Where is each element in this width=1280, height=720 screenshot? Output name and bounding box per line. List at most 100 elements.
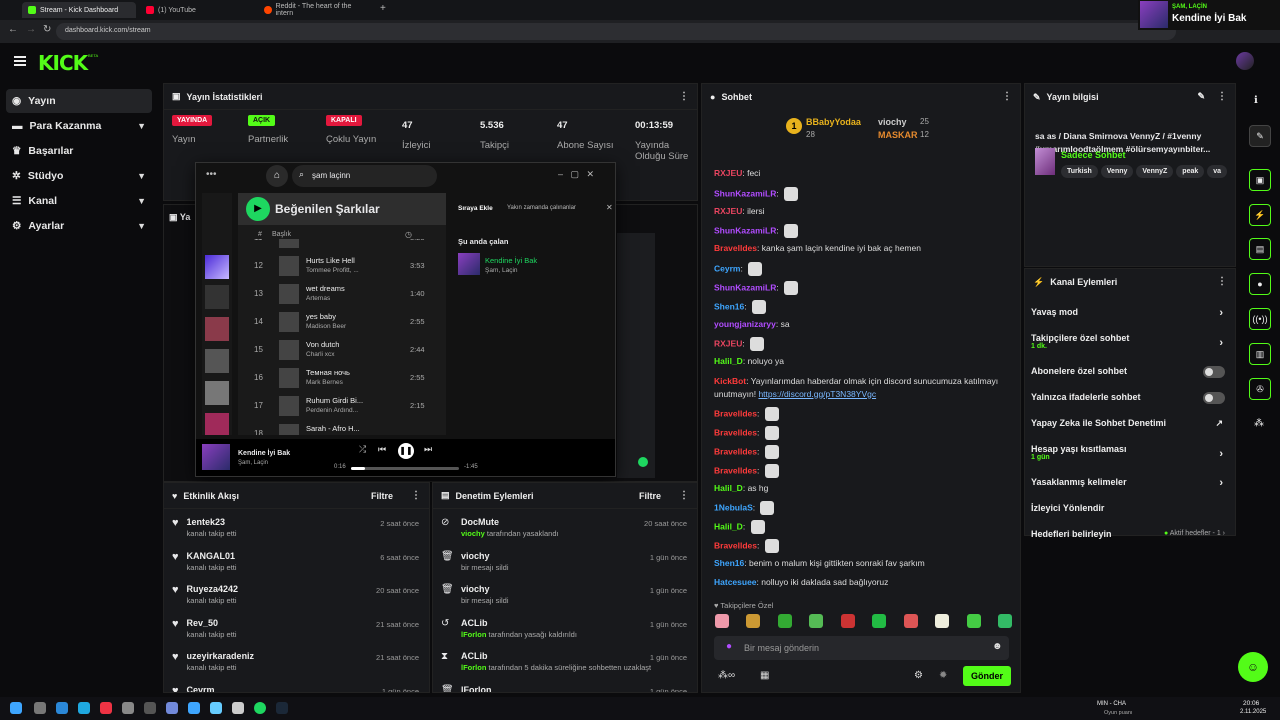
activity-user[interactable]: 1entek23 bbox=[187, 517, 237, 527]
toggle-video-button[interactable]: ▥ bbox=[1249, 343, 1271, 365]
playlist-cover[interactable] bbox=[205, 413, 229, 435]
activity-user[interactable]: Ceyrm bbox=[187, 685, 215, 693]
track-row[interactable]: 12 Hurts Like Hell Tommee Profitt, ... 3:53 bbox=[246, 253, 446, 279]
chat-username[interactable]: Halil_D bbox=[714, 521, 743, 531]
discord-icon[interactable] bbox=[166, 702, 178, 714]
send-button[interactable]: Gönder bbox=[963, 666, 1011, 686]
sidebar-item-yayin[interactable]: ◉ Yayın bbox=[6, 89, 152, 113]
app-icon[interactable] bbox=[122, 702, 134, 714]
moderation-user[interactable]: viochy bbox=[461, 584, 651, 594]
spotify-search-input[interactable]: ⌕ şam laçinn bbox=[292, 165, 437, 187]
chat-username[interactable]: youngjanizaryy bbox=[714, 319, 776, 329]
emote[interactable] bbox=[809, 614, 824, 628]
more-icon[interactable]: ⋮ bbox=[679, 490, 689, 501]
chat-username[interactable]: RXJEU bbox=[714, 206, 742, 216]
badge-icon[interactable]: ✹ bbox=[939, 670, 947, 681]
channel-action-item[interactable]: Abonelere özel sohbet bbox=[1031, 366, 1229, 378]
steam-icon[interactable] bbox=[276, 702, 288, 714]
moderation-filter-button[interactable]: Filtre bbox=[639, 491, 661, 501]
toggle-chat-button[interactable]: ● bbox=[1249, 273, 1271, 295]
spotify-icon[interactable] bbox=[254, 702, 266, 714]
emote[interactable] bbox=[715, 614, 729, 628]
settings-icon[interactable]: ⚙ bbox=[914, 670, 923, 681]
pause-button[interactable]: ❚❚ bbox=[398, 443, 414, 459]
new-tab-icon[interactable]: + bbox=[380, 3, 386, 14]
tag[interactable]: Venny bbox=[1100, 165, 1134, 178]
sidebar-item-kanal[interactable]: ☰ Kanal ▼ bbox=[6, 189, 152, 213]
track-row[interactable]: 18 Sarah - Afro H... bbox=[246, 421, 446, 435]
tag[interactable]: VennyZ bbox=[1136, 165, 1174, 178]
moderation-user[interactable]: lForlon bbox=[461, 685, 651, 693]
chat-link[interactable]: https://discord.gg/pT3N38YVgc bbox=[758, 389, 876, 399]
more-icon[interactable]: ⋮ bbox=[1002, 91, 1012, 102]
previous-icon[interactable]: ⏮ bbox=[378, 444, 386, 455]
activity-filter-button[interactable]: Filtre bbox=[371, 491, 393, 501]
chat-username[interactable]: Ceyrm bbox=[714, 263, 740, 273]
app-icon[interactable] bbox=[56, 702, 68, 714]
toggle-actions-button[interactable]: ⚡ bbox=[1249, 204, 1271, 226]
track-row[interactable]: 13 wet dreams Artemas 1:40 bbox=[246, 281, 446, 307]
edge-icon[interactable] bbox=[78, 702, 90, 714]
tag[interactable]: va bbox=[1207, 165, 1228, 178]
queue-now-title[interactable]: Kendine İyi Bak bbox=[485, 256, 537, 265]
points-icon[interactable]: ⁂∞ bbox=[718, 670, 735, 681]
moderator-name[interactable]: viochy bbox=[461, 529, 485, 538]
moderation-user[interactable]: DocMute bbox=[461, 517, 651, 527]
toggle-switch[interactable] bbox=[1203, 366, 1225, 378]
leader-name[interactable]: viochy bbox=[878, 117, 907, 127]
sidebar-item-studyo[interactable]: ✲ Stüdyo ▼ bbox=[6, 164, 152, 188]
moderation-user[interactable]: ACLib bbox=[461, 618, 651, 628]
chat-username[interactable]: RXJEU bbox=[714, 168, 742, 178]
activity-user[interactable]: Rev_50 bbox=[187, 618, 237, 628]
play-button[interactable]: ▶ bbox=[246, 197, 270, 221]
chat-username[interactable]: Hatcesuee bbox=[714, 577, 757, 587]
emote[interactable] bbox=[746, 614, 761, 628]
avatar[interactable] bbox=[1236, 52, 1254, 70]
store-icon[interactable]: ▦ bbox=[760, 670, 769, 681]
player-title[interactable]: Kendine İyi Bak bbox=[238, 450, 290, 457]
playlist-cover[interactable] bbox=[205, 349, 229, 373]
url-field[interactable]: dashboard.kick.com/stream bbox=[56, 23, 1176, 40]
shuffle-icon[interactable]: ⤮ bbox=[359, 444, 366, 455]
emoji-icon[interactable]: ☻ bbox=[992, 641, 1003, 652]
more-icon[interactable]: ⋮ bbox=[1217, 276, 1227, 287]
info-icon[interactable]: ℹ bbox=[1254, 95, 1258, 106]
track-row[interactable]: 14 yes baby Madison Beer 2:55 bbox=[246, 309, 446, 335]
chat-username[interactable]: Shen16 bbox=[714, 558, 744, 568]
sidebar-item-para-kazanma[interactable]: ▬ Para Kazanma ▼ bbox=[6, 114, 152, 138]
app-icon[interactable] bbox=[144, 702, 156, 714]
channel-action-item[interactable]: İzleyici Yönlendir bbox=[1031, 503, 1229, 513]
toggle-broadcast-button[interactable]: ((•)) bbox=[1249, 308, 1271, 330]
chat-username[interactable]: ShunKazamiLR bbox=[714, 282, 776, 292]
tab-reddit[interactable]: Reddit - The heart of the intern bbox=[258, 2, 372, 18]
edit-layout-button[interactable]: ✎ bbox=[1249, 125, 1271, 147]
tab-recent[interactable]: Yakın zamanda çalınanlar bbox=[507, 205, 576, 211]
weather-widget[interactable]: MIN - CHA bbox=[1097, 701, 1126, 707]
channel-action-item[interactable]: Yalnızca ifadelerle sohbet bbox=[1031, 392, 1229, 404]
activity-user[interactable]: uzeyirkaradeniz bbox=[187, 651, 255, 661]
moderator-name[interactable]: lForlon bbox=[461, 630, 486, 639]
category-name[interactable]: Sadece Sohbet bbox=[1061, 150, 1126, 160]
track-row[interactable]: 17 Ruhum Girdi Bi... Perdenin Ardınd... 2:1… bbox=[246, 393, 446, 419]
tab-youtube[interactable]: (1) YouTube bbox=[140, 2, 254, 18]
kick-logo[interactable]: KICK bbox=[38, 51, 88, 75]
sidebar-item-ayarlar[interactable]: ⚙ Ayarlar ▼ bbox=[6, 214, 152, 238]
chat-username[interactable]: Bravelldes bbox=[714, 540, 757, 550]
chat-username[interactable]: KickBot bbox=[714, 376, 746, 386]
chat-username[interactable]: Bravelldes bbox=[714, 427, 757, 437]
apps-icon[interactable]: ⁂ bbox=[1254, 418, 1264, 429]
back-icon[interactable]: ← bbox=[8, 24, 18, 35]
mic-icon[interactable]: ● bbox=[726, 641, 732, 652]
leader-name[interactable]: BBabyYodaa bbox=[806, 117, 861, 127]
toggle-tools-button[interactable]: ✇ bbox=[1249, 378, 1271, 400]
chat-username[interactable]: Bravelldes bbox=[714, 408, 757, 418]
windows-start-icon[interactable] bbox=[10, 702, 22, 714]
liked-songs-cover[interactable] bbox=[205, 255, 229, 279]
next-icon[interactable]: ⏭ bbox=[424, 444, 432, 455]
support-button[interactable]: ☺ bbox=[1238, 652, 1268, 682]
toggle-stats-button[interactable]: ▣ bbox=[1249, 169, 1271, 191]
moderator-name[interactable]: lForlon bbox=[461, 663, 486, 672]
connect-device-icon[interactable] bbox=[638, 457, 648, 467]
spotify-menu-icon[interactable]: ••• bbox=[206, 169, 217, 180]
menu-icon[interactable] bbox=[14, 56, 26, 66]
